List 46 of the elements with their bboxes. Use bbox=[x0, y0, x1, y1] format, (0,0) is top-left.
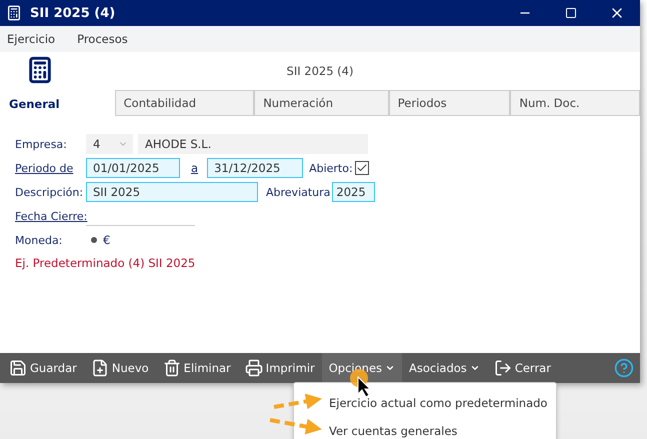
field-label: Descripción: bbox=[15, 186, 84, 198]
menu-item[interactable]: Procesos bbox=[77, 32, 128, 46]
toolbar-button[interactable]: Eliminar bbox=[156, 353, 238, 383]
menu-item[interactable]: Ejercicio actual como predeterminado bbox=[294, 389, 556, 417]
company-code-dropdown[interactable]: 4 bbox=[86, 134, 133, 154]
open-label: Abierto: bbox=[309, 162, 353, 174]
toolbar-button[interactable]: Asociados bbox=[402, 353, 487, 383]
abbreviation-field[interactable]: 2025 bbox=[332, 182, 376, 202]
toolbar-button[interactable]: Guardar bbox=[2, 353, 84, 383]
window-title: SII 2025 (4) bbox=[30, 6, 116, 20]
maximize-icon bbox=[565, 7, 577, 19]
tab[interactable]: Numeración bbox=[254, 90, 389, 115]
range-link[interactable]: a bbox=[191, 161, 198, 175]
exit-icon bbox=[494, 359, 512, 377]
company-name-field: AHODE S.L. bbox=[138, 134, 368, 154]
field-label: Abreviatura bbox=[266, 186, 330, 198]
arrow-annotation bbox=[274, 394, 322, 410]
calculator-icon bbox=[26, 56, 54, 84]
printer-icon bbox=[244, 359, 263, 377]
help-icon[interactable] bbox=[614, 358, 634, 378]
arrow-annotation bbox=[270, 418, 322, 434]
field-label: Moneda: bbox=[15, 234, 64, 246]
toolbar-button[interactable]: Imprimir bbox=[238, 353, 322, 383]
default-exercise-note: Ej. Predeterminado (4) SII 2025 bbox=[15, 256, 196, 270]
toolbar-button[interactable]: Nuevo bbox=[84, 353, 156, 383]
date-field[interactable]: 01/01/2025 bbox=[86, 158, 180, 178]
new-file-icon bbox=[90, 359, 109, 377]
field-label: Empresa: bbox=[15, 138, 68, 150]
open-checkbox[interactable] bbox=[354, 161, 369, 175]
menu-item[interactable]: Ver cuentas generales bbox=[294, 417, 556, 439]
toolbar-button[interactable]: Cerrar bbox=[486, 353, 558, 383]
menu-item[interactable]: Ejercicio bbox=[7, 32, 56, 46]
calculator-icon bbox=[6, 5, 22, 21]
date-field[interactable]: 31/12/2025 bbox=[207, 158, 304, 178]
description-field[interactable]: SII 2025 bbox=[86, 182, 258, 202]
record-title: SII 2025 (4) bbox=[286, 64, 354, 78]
tab[interactable]: Num. Doc. bbox=[510, 90, 640, 115]
currency-symbol: € bbox=[103, 233, 110, 247]
radio-dot-icon[interactable] bbox=[91, 237, 97, 243]
check-icon bbox=[356, 162, 368, 174]
trash-icon bbox=[162, 359, 181, 377]
tab[interactable]: General bbox=[0, 90, 115, 116]
closing-date-link[interactable]: Fecha Cierre: bbox=[15, 210, 86, 222]
tab[interactable]: Periodos bbox=[388, 90, 510, 115]
tab[interactable]: Contabilidad bbox=[114, 90, 254, 115]
period-link[interactable]: Periodo de bbox=[15, 162, 86, 174]
